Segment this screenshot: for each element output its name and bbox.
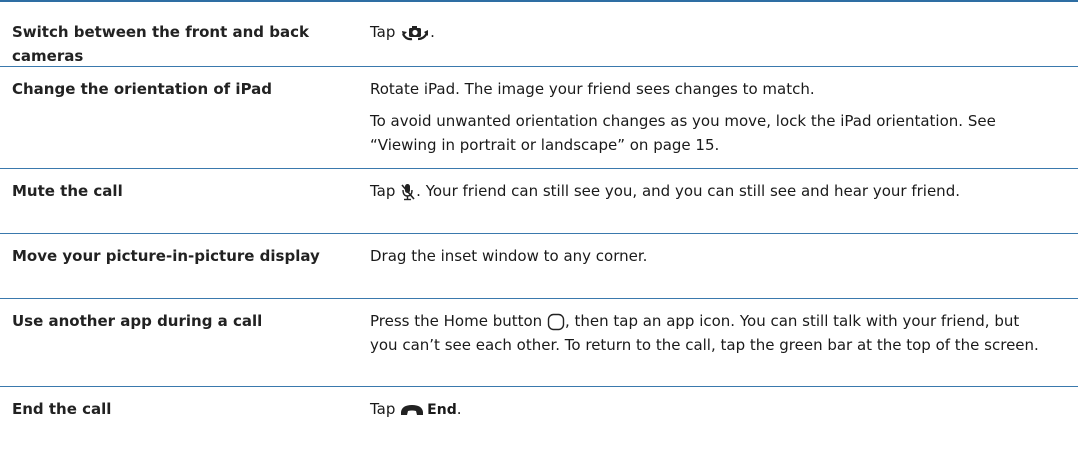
desc-text: Tap: [370, 182, 401, 200]
action-label: Change the orientation of iPad: [12, 80, 273, 98]
action-description: Drag the inset window to any corner.: [370, 244, 1078, 298]
switch-camera-icon: [400, 24, 430, 42]
table-row: Move your picture-in-picture display Dra…: [0, 234, 1078, 299]
table-row: Mute the call Tap . Your friend can stil…: [0, 169, 1078, 234]
desc-text: Press the Home button: [370, 312, 547, 330]
table-row: Use another app during a call Press the …: [0, 299, 1078, 387]
mute-microphone-icon: [400, 183, 416, 201]
desc-text-end: . Your friend can still see you, and you…: [416, 182, 960, 200]
action-description: Tap .: [370, 20, 1078, 66]
action-label: Mute the call: [12, 182, 123, 200]
table-row: End the call Tap End.: [0, 387, 1078, 437]
action-description: Rotate iPad. The image your friend sees …: [370, 77, 1078, 168]
table-row: Change the orientation of iPad Rotate iP…: [0, 67, 1078, 169]
action-label: End the call: [12, 400, 112, 418]
action-label: Use another app during a call: [12, 312, 263, 330]
desc-text: Tap: [370, 400, 401, 418]
end-label: End: [427, 402, 457, 418]
home-button-icon: [547, 313, 565, 331]
action-description: Tap End.: [370, 397, 1078, 437]
desc-paragraph: Drag the inset window to any corner.: [370, 247, 648, 265]
desc-paragraph: Rotate iPad. The image your friend sees …: [370, 80, 815, 98]
desc-text-end: .: [456, 400, 462, 418]
end-call-icon: [400, 403, 424, 417]
feature-table: Switch between the front and back camera…: [0, 0, 1078, 437]
desc-paragraph: To avoid unwanted orientation changes as…: [370, 112, 996, 154]
action-description: Press the Home button , then tap an app …: [370, 309, 1078, 386]
desc-text-end: .: [430, 23, 435, 41]
table-row: Switch between the front and back camera…: [0, 2, 1078, 67]
action-label: Switch between the front and back camera…: [12, 23, 309, 65]
action-description: Tap . Your friend can still see you, and…: [370, 179, 1078, 233]
desc-text: Tap: [370, 23, 401, 41]
action-label: Move your picture-in-picture display: [12, 247, 320, 265]
